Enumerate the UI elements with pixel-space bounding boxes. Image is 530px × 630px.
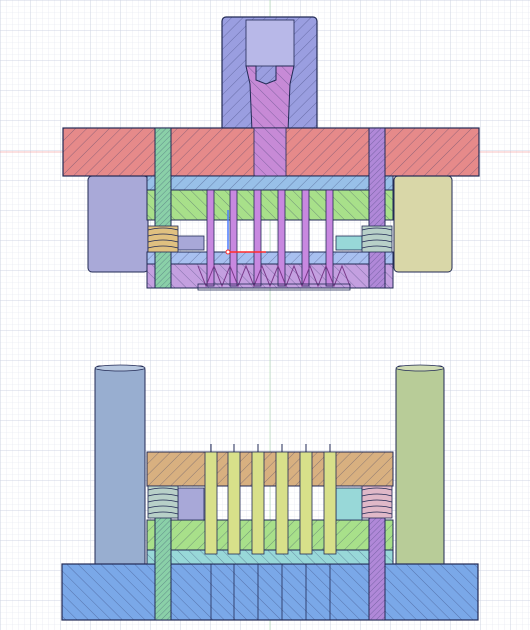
- pierce-pin[interactable]: [275, 451, 289, 555]
- top-plate[interactable]: [62, 127, 480, 177]
- lower-spring-left[interactable]: [147, 485, 179, 519]
- spacer-block-right[interactable]: [335, 487, 363, 521]
- spacer-block-left[interactable]: [177, 487, 205, 521]
- stripper-block-right[interactable]: [335, 235, 363, 251]
- punch[interactable]: [277, 189, 286, 287]
- guide-pillar-right[interactable]: [395, 364, 445, 569]
- cad-viewport[interactable]: [0, 0, 530, 630]
- guide-post-right[interactable]: [368, 127, 386, 289]
- die-cavity[interactable]: [146, 549, 394, 565]
- spring-left[interactable]: [147, 225, 179, 253]
- die-plate[interactable]: [146, 519, 394, 555]
- stripper-block-left[interactable]: [177, 235, 205, 251]
- guide-pillar-left[interactable]: [94, 364, 146, 569]
- punch[interactable]: [325, 189, 334, 287]
- spring-right[interactable]: [361, 225, 393, 253]
- lower-stripper[interactable]: [146, 451, 394, 487]
- cad-canvas[interactable]: [0, 0, 530, 630]
- guide-bushing-right[interactable]: [393, 175, 453, 273]
- die-shoe[interactable]: [61, 563, 479, 621]
- pierce-pin[interactable]: [251, 451, 265, 555]
- pierce-pin[interactable]: [204, 451, 218, 555]
- lower-spring-right[interactable]: [361, 485, 393, 519]
- backing-plate[interactable]: [146, 189, 394, 221]
- pierce-pin[interactable]: [227, 451, 241, 555]
- guide-post-left[interactable]: [154, 127, 172, 289]
- punch-holder[interactable]: [146, 175, 394, 191]
- punch[interactable]: [206, 189, 215, 287]
- punch[interactable]: [229, 189, 238, 287]
- pierce-pin[interactable]: [299, 451, 313, 555]
- stripper-plate[interactable]: [146, 251, 394, 265]
- guide-bushing-left[interactable]: [87, 175, 149, 273]
- pierce-pin[interactable]: [323, 451, 337, 555]
- shank[interactable]: [221, 16, 318, 132]
